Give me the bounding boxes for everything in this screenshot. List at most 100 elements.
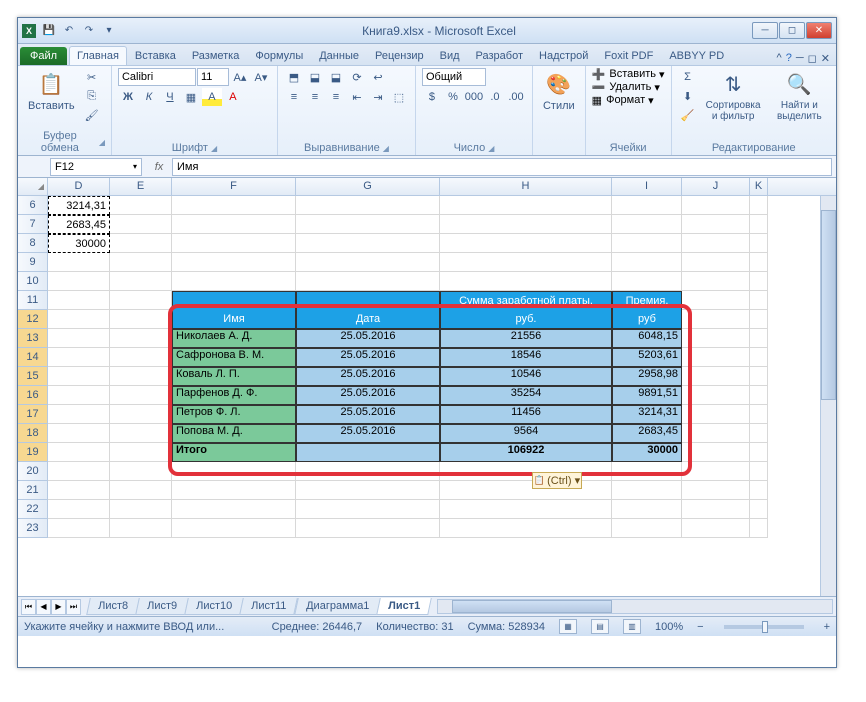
align-middle-icon[interactable]: ⬓ <box>305 68 325 86</box>
redo-icon[interactable]: ↷ <box>80 22 98 40</box>
cell[interactable] <box>48 443 110 462</box>
cell[interactable] <box>682 405 750 424</box>
format-cells-button[interactable]: ▦Формат▾ <box>592 94 654 107</box>
sheet-nav-first[interactable]: ⏮ <box>21 599 36 615</box>
table-header[interactable]: Сумма заработной платы, <box>440 291 612 310</box>
number-format-input[interactable] <box>422 68 486 86</box>
table-cell-name[interactable]: Попова М. Д. <box>172 424 296 443</box>
cell[interactable] <box>682 272 750 291</box>
grow-font-icon[interactable]: A▴ <box>230 68 250 86</box>
row-header[interactable]: 20 <box>18 462 48 481</box>
ribbon-tab[interactable]: Надстрой <box>531 46 596 65</box>
cell[interactable] <box>750 310 768 329</box>
table-cell-bonus[interactable]: 3214,31 <box>612 405 682 424</box>
sheet-nav-prev[interactable]: ◀ <box>36 599 51 615</box>
ribbon-tab[interactable]: Данные <box>311 46 367 65</box>
cell[interactable] <box>682 329 750 348</box>
view-pagebreak-icon[interactable]: ▥ <box>623 619 641 634</box>
table-total-salary[interactable]: 106922 <box>440 443 612 462</box>
cell[interactable] <box>750 367 768 386</box>
row-header[interactable]: 12 <box>18 310 48 329</box>
cell[interactable] <box>296 481 440 500</box>
ribbon-tab[interactable]: Главная <box>69 46 127 65</box>
column-header[interactable]: J <box>682 178 750 195</box>
table-cell-date[interactable]: 25.05.2016 <box>296 348 440 367</box>
cell[interactable] <box>110 272 172 291</box>
cell[interactable] <box>48 519 110 538</box>
column-header[interactable]: G <box>296 178 440 195</box>
cell[interactable] <box>48 253 110 272</box>
table-header[interactable]: руб <box>612 310 682 329</box>
cell[interactable] <box>750 481 768 500</box>
minimize-ribbon-icon[interactable]: ^ <box>777 52 782 65</box>
qat-dropdown-icon[interactable]: ▾ <box>100 22 118 40</box>
zoom-out-button[interactable]: − <box>697 621 703 633</box>
name-box[interactable]: F12▾ <box>50 158 142 176</box>
table-total-label[interactable]: Итого <box>172 443 296 462</box>
sheet-tab[interactable]: Лист10 <box>184 598 244 615</box>
insert-cells-button[interactable]: ➕Вставить▾ <box>592 68 665 81</box>
cell[interactable] <box>612 481 682 500</box>
table-cell-salary[interactable]: 10546 <box>440 367 612 386</box>
ribbon-tab[interactable]: Разработ <box>468 46 531 65</box>
table-total-bonus[interactable]: 30000 <box>612 443 682 462</box>
undo-icon[interactable]: ↶ <box>60 22 78 40</box>
cell[interactable] <box>440 196 612 215</box>
wrap-text-icon[interactable]: ↩ <box>368 68 388 86</box>
row-header[interactable]: 16 <box>18 386 48 405</box>
row-header[interactable]: 9 <box>18 253 48 272</box>
align-right-icon[interactable]: ≡ <box>326 88 346 106</box>
paste-button[interactable]: 📋 Вставить <box>24 68 79 114</box>
sheet-nav-next[interactable]: ▶ <box>51 599 66 615</box>
minimize-button[interactable]: ─ <box>752 22 778 39</box>
scrollbar-thumb[interactable] <box>821 210 836 400</box>
cell[interactable] <box>296 519 440 538</box>
cell[interactable] <box>750 443 768 462</box>
view-layout-icon[interactable]: ▤ <box>591 619 609 634</box>
row-header[interactable]: 10 <box>18 272 48 291</box>
help-icon[interactable]: ? <box>786 52 792 65</box>
cell[interactable] <box>440 500 612 519</box>
comma-icon[interactable]: 000 <box>464 88 484 106</box>
font-name-input[interactable] <box>118 68 196 86</box>
cell[interactable] <box>682 196 750 215</box>
align-left-icon[interactable]: ≡ <box>284 88 304 106</box>
cell[interactable] <box>682 481 750 500</box>
sheet-nav-last[interactable]: ⏭ <box>66 599 81 615</box>
scrollbar-thumb[interactable] <box>452 600 612 613</box>
table-cell-salary[interactable]: 21556 <box>440 329 612 348</box>
clear-icon[interactable]: 🧹 <box>678 106 698 124</box>
cell-copied[interactable]: 2683,45 <box>48 215 110 234</box>
cell[interactable] <box>48 348 110 367</box>
dec-decimal-icon[interactable]: .00 <box>506 88 526 106</box>
table-header[interactable]: Имя <box>172 310 296 329</box>
cell[interactable] <box>682 234 750 253</box>
save-icon[interactable]: 💾 <box>40 22 58 40</box>
currency-icon[interactable]: $ <box>422 88 442 106</box>
cell-styles-button[interactable]: 🎨 Стили <box>539 68 579 114</box>
cell[interactable] <box>296 462 440 481</box>
ribbon-tab[interactable]: ABBYY PD <box>661 46 732 65</box>
close-button[interactable]: ✕ <box>806 22 832 39</box>
cell[interactable] <box>750 519 768 538</box>
cell[interactable] <box>750 386 768 405</box>
cell[interactable] <box>48 462 110 481</box>
cell[interactable] <box>440 234 612 253</box>
cell[interactable] <box>172 462 296 481</box>
column-header[interactable]: D <box>48 178 110 195</box>
align-center-icon[interactable]: ≡ <box>305 88 325 106</box>
cell[interactable] <box>110 500 172 519</box>
cell[interactable] <box>110 424 172 443</box>
cell[interactable] <box>48 272 110 291</box>
table-cell-salary[interactable]: 11456 <box>440 405 612 424</box>
cell[interactable] <box>110 329 172 348</box>
sheet-tab[interactable]: Диаграмма1 <box>294 598 381 615</box>
cell[interactable] <box>110 481 172 500</box>
column-header[interactable]: K <box>750 178 768 195</box>
orientation-icon[interactable]: ⟳ <box>347 68 367 86</box>
row-header[interactable]: 13 <box>18 329 48 348</box>
table-header[interactable]: руб. <box>440 310 612 329</box>
ribbon-tab[interactable]: Разметка <box>184 46 248 65</box>
ribbon-tab[interactable]: Формулы <box>247 46 311 65</box>
table-cell-date[interactable]: 25.05.2016 <box>296 386 440 405</box>
